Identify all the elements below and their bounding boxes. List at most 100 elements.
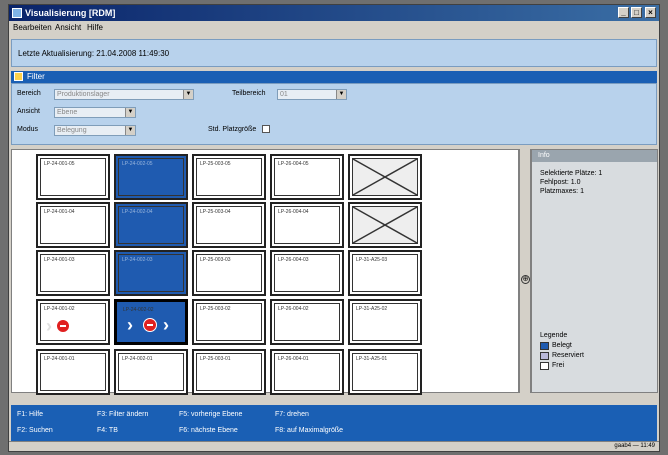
legend-swatch-reserviert xyxy=(540,352,549,360)
fkey-f1[interactable]: F1: Hilfe xyxy=(17,411,43,418)
legend-label-reserviert: Reserviert xyxy=(552,352,584,359)
slot-label: LP-25-003-01 xyxy=(200,356,231,362)
info-line: Platzmaxes: 1 xyxy=(540,188,584,195)
storage-slot[interactable]: LP-26-004-02 xyxy=(270,299,344,345)
modus-select[interactable]: Belegung ▼ xyxy=(54,125,136,136)
close-icon[interactable]: × xyxy=(645,7,656,18)
chevron-down-icon: ▼ xyxy=(336,90,346,99)
menu-bearbeiten[interactable]: Bearbeiten xyxy=(13,23,52,32)
direction-arrow-icon: › xyxy=(127,315,133,335)
fkey-f3[interactable]: F3: Filter ändern xyxy=(97,411,148,418)
storage-slot[interactable]: LP-25-003-03 xyxy=(192,250,266,296)
storage-slot[interactable]: LP-25-003-05 xyxy=(192,154,266,200)
fkey-f7[interactable]: F7: drehen xyxy=(275,411,309,418)
slot-label: LP-26-004-02 xyxy=(278,306,309,312)
storage-slot[interactable]: LP-31-A25-03 xyxy=(348,250,422,296)
slot-label: LP-24-002-05 xyxy=(122,161,153,167)
last-update-label: Letzte Aktualisierung: 21.04.2008 11:49:… xyxy=(18,49,170,58)
storage-slot[interactable]: LP-24-001-03 xyxy=(36,250,110,296)
direction-arrow-icon: › xyxy=(163,315,169,335)
storage-slot[interactable]: LP-25-003-02 xyxy=(192,299,266,345)
storage-slot[interactable]: LP-26-004-03 xyxy=(270,250,344,296)
unavailable-cross-icon xyxy=(352,206,418,244)
fkey-f5[interactable]: F5: vorherige Ebene xyxy=(179,411,242,418)
unavailable-cross-icon xyxy=(352,158,418,196)
storage-slot[interactable]: LP-26-004-05 xyxy=(270,154,344,200)
status-text: gaab4 — 11:49 xyxy=(614,443,655,449)
storage-slot[interactable] xyxy=(348,154,422,200)
direction-arrow-icon: › xyxy=(46,316,52,336)
slot-label: LP-25-003-02 xyxy=(200,306,231,312)
modus-label: Modus xyxy=(17,126,39,133)
minimize-icon[interactable]: _ xyxy=(618,7,629,18)
slot-label: LP-31-A25-01 xyxy=(356,356,388,362)
slot-label: LP-31-A25-02 xyxy=(356,306,388,312)
storage-slot[interactable]: LP-26-004-04 xyxy=(270,202,344,248)
info-line: Selektierte Plätze: 1 xyxy=(540,170,603,177)
info-panel: Info Selektierte Plätze: 1 Fehlpost: 1.0… xyxy=(531,149,658,393)
slot-label: LP-24-002-01 xyxy=(122,356,153,362)
fkey-f6[interactable]: F6: nächste Ebene xyxy=(179,427,238,434)
storage-grid: LP-24-001-05 LP-24-002-05 LP-25-003-05 LP-2… xyxy=(11,149,519,395)
storage-slot[interactable]: LP-24-002-01 xyxy=(114,349,188,395)
storage-slot[interactable]: LP-25-003-01 xyxy=(192,349,266,395)
slot-label: LP-24-001-04 xyxy=(44,209,75,215)
slot-label: LP-24-001-03 xyxy=(44,257,75,263)
ansicht-select[interactable]: Ebene ▼ xyxy=(54,107,136,118)
fkey-f8[interactable]: F8: auf Maximalgröße xyxy=(275,427,343,434)
legend-label-belegt: Belegt xyxy=(552,342,572,349)
storage-slot[interactable]: LP-24-002-05 xyxy=(114,154,188,200)
legend-swatch-belegt xyxy=(540,342,549,350)
menu-bar: Bearbeiten Ansicht Hilfe xyxy=(9,21,659,35)
slot-label: LP-24-001-02 xyxy=(44,306,75,312)
panel-splitter[interactable]: ⊕ xyxy=(519,149,531,393)
app-icon xyxy=(12,8,22,18)
storage-slot[interactable]: LP-24-001-01 xyxy=(36,349,110,395)
no-entry-icon xyxy=(143,318,157,332)
storage-slot[interactable]: LP-26-004-01 xyxy=(270,349,344,395)
expand-icon[interactable]: ⊕ xyxy=(521,275,530,284)
platzgroesse-label: Std. Platzgröße xyxy=(208,126,257,133)
menu-ansicht[interactable]: Ansicht xyxy=(55,23,81,32)
slot-label: LP-26-004-04 xyxy=(278,209,309,215)
fkey-f2[interactable]: F2: Suchen xyxy=(17,427,53,434)
storage-slot[interactable]: LP-24-002-04 xyxy=(114,202,188,248)
filter-panel: Bereich Produktionslager ▼ Teilbereich 01… xyxy=(11,83,657,145)
bereich-select[interactable]: Produktionslager ▼ xyxy=(54,89,194,100)
storage-slot[interactable]: LP-31-A25-01 xyxy=(348,349,422,395)
menu-hilfe[interactable]: Hilfe xyxy=(87,23,103,32)
chevron-down-icon: ▼ xyxy=(183,90,193,99)
storage-slot[interactable]: LP-24-002-03 xyxy=(114,250,188,296)
storage-slot[interactable]: LP-24-001-02 › xyxy=(36,299,110,345)
maximize-icon[interactable]: □ xyxy=(631,7,642,18)
window-title: Visualisierung [RDM] xyxy=(25,8,116,18)
platzgroesse-checkbox[interactable] xyxy=(262,125,270,133)
fkey-f4[interactable]: F4: TB xyxy=(97,427,118,434)
info-line: Fehlpost: 1.0 xyxy=(540,179,581,186)
storage-slot[interactable]: LP-24-001-05 xyxy=(36,154,110,200)
storage-slot[interactable]: LP-31-A25-02 xyxy=(348,299,422,345)
slot-label: LP-25-003-05 xyxy=(200,161,231,167)
last-update-value: 21.04.2008 11:49:30 xyxy=(96,49,170,58)
filter-icon xyxy=(14,72,23,81)
storage-slot[interactable] xyxy=(348,202,422,248)
update-bar: Letzte Aktualisierung: 21.04.2008 11:49:… xyxy=(11,39,657,67)
ansicht-label: Ansicht xyxy=(17,108,40,115)
slot-label: LP-31-A25-03 xyxy=(356,257,388,263)
teilbereich-select[interactable]: 01 ▼ xyxy=(277,89,347,100)
storage-slot[interactable]: LP-25-003-04 xyxy=(192,202,266,248)
storage-slot[interactable]: LP-24-002-02 › › xyxy=(114,299,188,345)
slot-label: LP-26-004-03 xyxy=(278,257,309,263)
slot-label: LP-26-004-05 xyxy=(278,161,309,167)
slot-label: LP-24-001-01 xyxy=(44,356,75,362)
filter-header[interactable]: Filter xyxy=(11,71,657,83)
filter-title: Filter xyxy=(27,72,45,81)
title-bar: Visualisierung [RDM] _ □ × xyxy=(9,5,659,21)
storage-slot[interactable]: LP-24-001-04 xyxy=(36,202,110,248)
chevron-down-icon: ▼ xyxy=(125,108,135,117)
main-window: Visualisierung [RDM] _ □ × Bearbeiten An… xyxy=(8,4,660,452)
info-header: Info xyxy=(532,150,657,162)
slot-label: LP-26-004-01 xyxy=(278,356,309,362)
slot-label: LP-24-002-04 xyxy=(122,209,153,215)
slot-label: LP-24-002-03 xyxy=(122,257,153,263)
